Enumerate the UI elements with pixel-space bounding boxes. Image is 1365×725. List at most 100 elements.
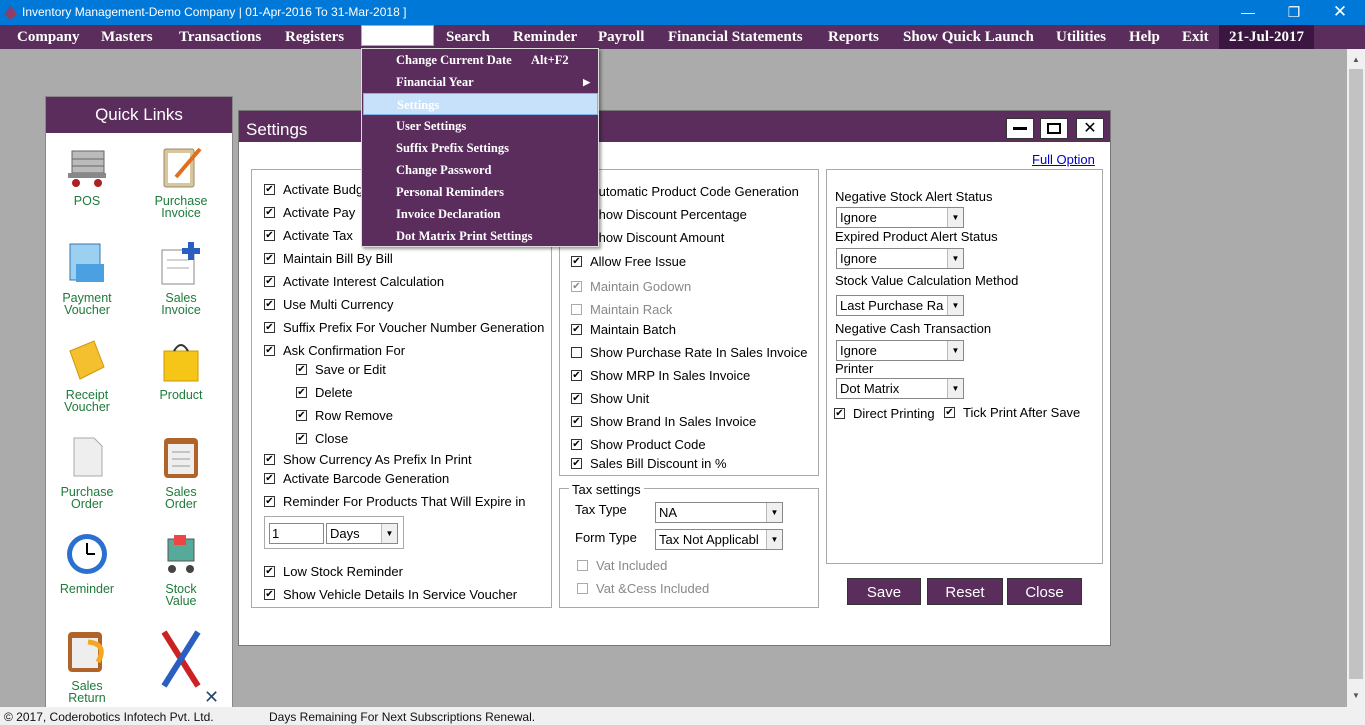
vat-cess-included-checkbox[interactable]: Vat &Cess Included bbox=[577, 581, 709, 596]
tax-type-select[interactable]: NA ▼ bbox=[655, 502, 783, 523]
menu-item-user-settings[interactable]: User Settings bbox=[363, 115, 598, 137]
menu-search[interactable]: Search bbox=[439, 25, 497, 49]
quick-link-pos[interactable]: POS bbox=[42, 143, 132, 207]
allow-free-issue-checkbox[interactable]: ✔ Allow Free Issue bbox=[571, 254, 686, 269]
close-icon[interactable]: ✕ bbox=[1317, 0, 1363, 25]
full-option-link[interactable]: Full Option bbox=[1032, 152, 1095, 167]
quick-link-label: POS bbox=[73, 194, 101, 208]
menu-exit[interactable]: Exit bbox=[1175, 25, 1216, 49]
quick-link-product[interactable]: Product bbox=[136, 337, 226, 401]
show-product-code-checkbox[interactable]: ✔ Show Product Code bbox=[571, 437, 706, 452]
quick-link-purchase-order[interactable]: Purchase Order bbox=[42, 434, 132, 510]
menu-item-personal-reminders[interactable]: Personal Reminders bbox=[363, 181, 598, 203]
quick-link-payment-voucher[interactable]: Payment Voucher bbox=[42, 240, 132, 316]
suffix-prefix-for-voucher-number-generation-checkbox[interactable]: ✔ Suffix Prefix For Voucher Number Genera… bbox=[264, 320, 544, 335]
activate-tax-checkbox[interactable]: ✔ Activate Tax bbox=[264, 228, 353, 243]
quick-link-purchase-invoice[interactable]: Purchase Invoice bbox=[136, 143, 226, 219]
checkbox-box: ✔ bbox=[264, 276, 275, 287]
vat-included-checkbox[interactable]: Vat Included bbox=[577, 558, 667, 573]
maintain-rack-checkbox[interactable]: Maintain Rack bbox=[571, 302, 672, 317]
form-type-select[interactable]: Tax Not Applicabl ▼ bbox=[655, 529, 783, 550]
menu-transactions[interactable]: Transactions bbox=[172, 25, 268, 49]
activate-pay-checkbox[interactable]: ✔ Activate Pay bbox=[264, 205, 355, 220]
activate-barcode-generation-checkbox[interactable]: ✔ Activate Barcode Generation bbox=[264, 471, 449, 486]
menu-item-suffix-prefix-settings[interactable]: Suffix Prefix Settings bbox=[363, 137, 598, 159]
maintain-batch-checkbox[interactable]: ✔ Maintain Batch bbox=[571, 322, 676, 337]
sales-bill-discount-in-checkbox[interactable]: ✔ Sales Bill Discount in % bbox=[571, 456, 727, 471]
menu-reminder[interactable]: Reminder bbox=[506, 25, 584, 49]
checkbox-label: Activate Pay bbox=[283, 205, 356, 220]
quick-link-reminder[interactable]: Reminder bbox=[42, 531, 132, 595]
checkbox-box: ✔ bbox=[296, 364, 307, 375]
menu-payroll[interactable]: Payroll bbox=[591, 25, 651, 49]
show-unit-checkbox[interactable]: ✔ Show Unit bbox=[571, 391, 649, 406]
checkbox-label: Maintain Batch bbox=[590, 322, 676, 337]
close-quick-links-icon[interactable]: ✕ bbox=[204, 687, 219, 708]
maintain-bill-by-bill-checkbox[interactable]: ✔ Maintain Bill By Bill bbox=[264, 251, 393, 266]
scroll-down-icon[interactable]: ▼ bbox=[1352, 691, 1360, 700]
activate-budget-checkbox[interactable]: ✔ Activate Budget bbox=[264, 182, 374, 197]
activate-interest-calculation-checkbox[interactable]: ✔ Activate Interest Calculation bbox=[264, 274, 444, 289]
checkbox-label: Show Unit bbox=[590, 391, 650, 406]
menu-item-financial-year[interactable]: Financial Year ▶ bbox=[363, 71, 598, 93]
maintain-godown-checkbox[interactable]: ✔ Maintain Godown bbox=[571, 279, 691, 294]
expiry-days-input[interactable]: 1 bbox=[269, 523, 324, 544]
menu-company[interactable]: Company bbox=[10, 25, 87, 49]
stock-method-select[interactable]: Last Purchase Ra ▼ bbox=[836, 295, 964, 316]
show-vehicle-details-in-service-voucher-checkbox[interactable]: ✔ Show Vehicle Details In Service Voucher bbox=[264, 587, 517, 602]
minimize-icon[interactable] bbox=[1006, 118, 1034, 139]
tick-print-after-save-checkbox[interactable]: ✔ Tick Print After Save bbox=[944, 405, 1080, 420]
menu-financial-statements[interactable]: Financial Statements bbox=[661, 25, 810, 49]
menu-utilities[interactable]: Utilities bbox=[1049, 25, 1113, 49]
printer-select[interactable]: Dot Matrix ▼ bbox=[836, 378, 964, 399]
show-purchase-rate-in-sales-invoice-checkbox[interactable]: Show Purchase Rate In Sales Invoice bbox=[571, 345, 808, 360]
negative-stock-select[interactable]: Ignore ▼ bbox=[836, 207, 964, 228]
expiry-unit-select[interactable]: Days ▼ bbox=[326, 523, 398, 544]
quick-link-label: Payment Voucher bbox=[62, 291, 112, 317]
show-brand-in-sales-invoice-checkbox[interactable]: ✔ Show Brand In Sales Invoice bbox=[571, 414, 756, 429]
vertical-scrollbar[interactable]: ▲ ▼ bbox=[1347, 49, 1365, 707]
close-checkbox[interactable]: ✔ Close bbox=[296, 431, 348, 446]
direct-printing-checkbox[interactable]: ✔ Direct Printing bbox=[834, 406, 935, 421]
menu-item-dot-matrix-print-settings[interactable]: Dot Matrix Print Settings bbox=[363, 225, 598, 247]
show-mrp-in-sales-invoice-checkbox[interactable]: ✔ Show MRP In Sales Invoice bbox=[571, 368, 750, 383]
quick-link-sales-return[interactable]: Sales Return bbox=[42, 628, 132, 704]
save-button[interactable]: Save bbox=[847, 578, 921, 605]
minimize-icon[interactable]: — bbox=[1225, 0, 1271, 25]
close-icon[interactable]: ✕ bbox=[1076, 118, 1104, 139]
ask-confirmation-for-checkbox[interactable]: ✔ Ask Confirmation For bbox=[264, 343, 405, 358]
scrollbar-thumb[interactable] bbox=[1349, 69, 1363, 679]
menu-help[interactable]: Help bbox=[1122, 25, 1167, 49]
menu-masters[interactable]: Masters bbox=[94, 25, 160, 49]
automatic-product-code-generation-checkbox[interactable]: ✔Automatic Product Code Generation bbox=[571, 184, 799, 199]
low-stock-reminder-checkbox[interactable]: ✔ Low Stock Reminder bbox=[264, 564, 403, 579]
use-multi-currency-checkbox[interactable]: ✔ Use Multi Currency bbox=[264, 297, 394, 312]
reminder-for-products-that-will-expire-in-checkbox[interactable]: ✔ Reminder For Products That Will Expire … bbox=[264, 494, 526, 509]
quick-link-sales-invoice[interactable]: Sales Invoice bbox=[136, 240, 226, 316]
close-button[interactable]: Close bbox=[1007, 578, 1082, 605]
show-currency-as-prefix-in-print-checkbox[interactable]: ✔ Show Currency As Prefix In Print bbox=[264, 452, 472, 467]
scroll-up-icon[interactable]: ▲ bbox=[1352, 55, 1360, 64]
negative-cash-select[interactable]: Ignore ▼ bbox=[836, 340, 964, 361]
menu-item-change-password[interactable]: Change Password bbox=[363, 159, 598, 181]
reset-button[interactable]: Reset bbox=[927, 578, 1003, 605]
menu-reports[interactable]: Reports bbox=[821, 25, 886, 49]
row-remove-checkbox[interactable]: ✔ Row Remove bbox=[296, 408, 393, 423]
maximize-icon[interactable] bbox=[1040, 118, 1068, 139]
menu-settings[interactable]: Settings bbox=[361, 25, 434, 46]
restore-icon[interactable]: ❐ bbox=[1271, 0, 1317, 25]
menu-item-change-current-date[interactable]: Change Current Date Alt+F2 bbox=[363, 49, 598, 71]
menu-show-quick-launch[interactable]: Show Quick Launch bbox=[896, 25, 1041, 49]
menu-registers[interactable]: Registers bbox=[278, 25, 351, 49]
quick-link-tools[interactable] bbox=[136, 628, 226, 688]
quick-link-stock-value[interactable]: Stock Value bbox=[136, 531, 226, 607]
menu-item-settings[interactable]: Settings bbox=[363, 93, 598, 115]
quick-link-receipt-voucher[interactable]: Receipt Voucher bbox=[42, 337, 132, 413]
menu-item-invoice-declaration[interactable]: Invoice Declaration bbox=[363, 203, 598, 225]
expired-product-select[interactable]: Ignore ▼ bbox=[836, 248, 964, 269]
quick-link-sales-order[interactable]: Sales Order bbox=[136, 434, 226, 510]
receipt-icon bbox=[64, 337, 110, 383]
save-or-edit-checkbox[interactable]: ✔ Save or Edit bbox=[296, 362, 386, 377]
checkbox-box: ✔ bbox=[264, 345, 275, 356]
delete-checkbox[interactable]: ✔ Delete bbox=[296, 385, 353, 400]
